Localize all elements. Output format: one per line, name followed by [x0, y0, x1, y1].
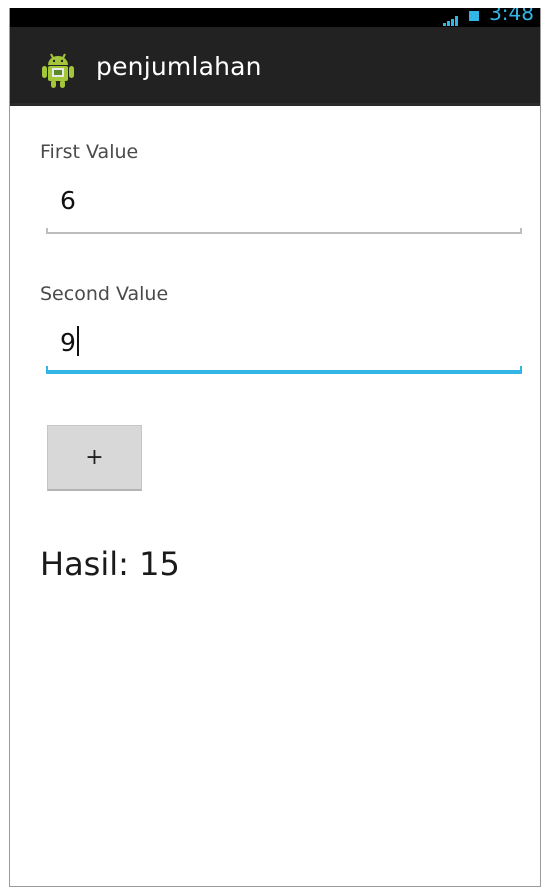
- second-value-underline: [46, 366, 522, 374]
- first-value-underline: [46, 228, 522, 234]
- second-value-text[interactable]: 9: [60, 328, 76, 357]
- first-value-field[interactable]: 6: [46, 184, 522, 234]
- result-text: Hasil: 15: [40, 545, 180, 583]
- top-strip: [0, 0, 548, 8]
- first-value-label: First Value: [40, 141, 139, 163]
- status-clock: 3:48: [489, 8, 534, 25]
- android-robot-icon[interactable]: [40, 51, 76, 89]
- screen: 3:48 penjumlahan First Value 6 Second Va…: [0, 0, 548, 888]
- text-cursor: [76, 326, 79, 356]
- action-bar: penjumlahan: [10, 27, 540, 106]
- status-bar: 3:48: [10, 8, 540, 27]
- first-value-text[interactable]: 6: [60, 186, 76, 215]
- signal-icon: [443, 11, 459, 26]
- battery-icon: [469, 10, 480, 21]
- second-value-field[interactable]: 9: [46, 324, 522, 374]
- second-value-label: Second Value: [40, 283, 169, 305]
- second-value-input[interactable]: 9: [60, 326, 79, 357]
- app-title: penjumlahan: [96, 52, 262, 81]
- add-button[interactable]: +: [47, 425, 142, 491]
- status-icons: 3:48: [443, 8, 534, 26]
- device-frame: 3:48 penjumlahan First Value 6 Second Va…: [9, 8, 541, 887]
